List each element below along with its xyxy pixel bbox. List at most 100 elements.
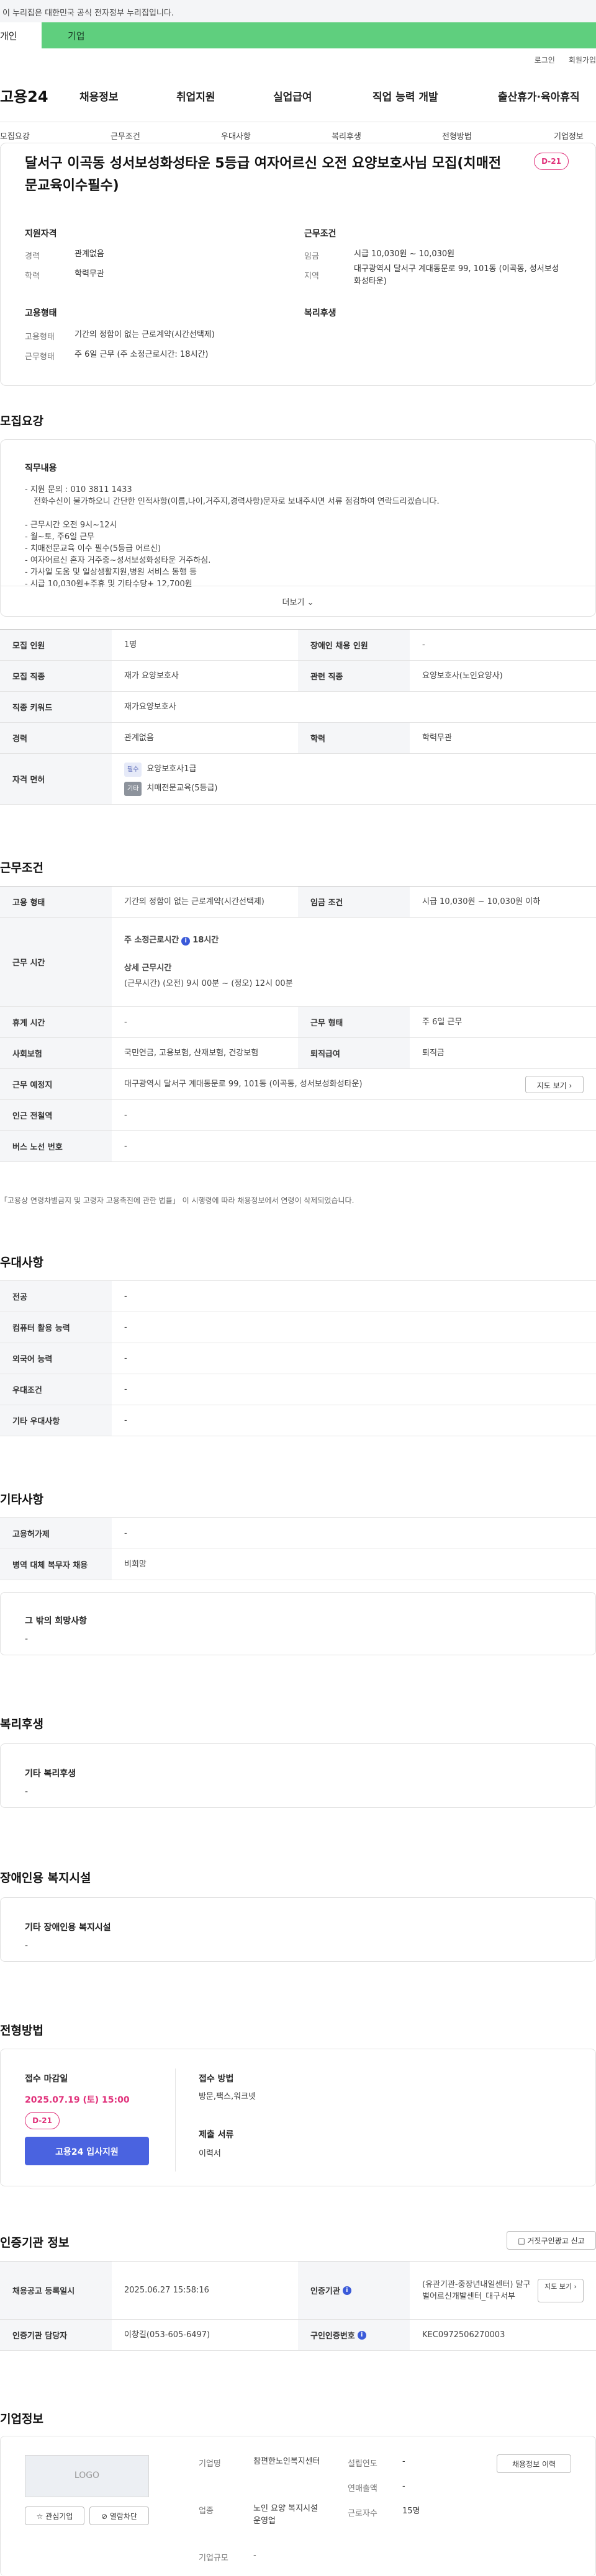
section-nav-recruit[interactable]: 모집요강 (0, 130, 30, 141)
wage-value: 시급 10,030원 ~ 10,030원 (354, 249, 455, 259)
chevron-right-icon: › (574, 2283, 577, 2291)
cert-map-button[interactable]: 지도 보기 › (538, 2279, 584, 2302)
table-row: 병역 대체 복무자 채용 비희망 (0, 1549, 596, 1580)
tab-company[interactable]: 기업 (42, 22, 596, 48)
table-cell: 학력무관 (422, 733, 452, 743)
area-value: 대구광역시 달서구 계대동문로 99, 101동 (이곡동, 성서보성화성타운) (354, 264, 559, 286)
disability-box-value: - (25, 1941, 29, 1951)
cert-table: 채용공고 등록일시 2025.06.27 15:58:16 인증기관 i (유관기… (0, 2261, 596, 2351)
table-row: 사회보험 국민연금, 고용보험, 산재보험, 건강보험 퇴직급여 퇴직금 (0, 1038, 596, 1069)
table-header: 근무 형태 (298, 1007, 410, 1037)
table-row: 외국어 능력 - (0, 1343, 596, 1374)
table-cell: 국민연금, 고용보험, 산재보험, 건강보험 (124, 1049, 259, 1058)
table-header: 외국어 능력 (0, 1343, 112, 1374)
more-button[interactable]: 더보기 ⌄ (0, 586, 596, 614)
join-link[interactable]: 회원가입 (569, 55, 596, 65)
table-cell: 요양보호사(노인요양사) (422, 671, 503, 681)
tab-personal[interactable]: 개인 (0, 22, 42, 48)
table-cell: - (124, 1111, 127, 1120)
welfare-box-heading: 기타 복리후생 (25, 1769, 76, 1779)
audience-tabs: 개인 기업 (0, 22, 596, 48)
sales-value: - (402, 2482, 405, 2491)
qualification-heading: 지원자격 (25, 229, 57, 239)
table-cell: - (124, 1354, 127, 1363)
table-header: 기타 우대사항 (0, 1405, 112, 1436)
career-value: 관계없음 (74, 249, 104, 259)
welfare-heading-summary: 복리후생 (304, 308, 336, 318)
table-header: 채용공고 등록일시 (0, 2261, 112, 2319)
favorite-label: 관심기업 (45, 2512, 73, 2521)
employment-heading: 고용형태 (25, 308, 57, 318)
gnb-item-jobs[interactable]: 채용정보 (79, 88, 119, 104)
gnb-item-unemployment[interactable]: 실업급여 (273, 88, 312, 104)
section-nav-screening[interactable]: 전형방법 (442, 130, 472, 141)
divider (175, 2068, 176, 2171)
duty-line: - 여자어르신 혼자 거주중~성서보성화성타운 거주하심. (25, 556, 211, 565)
table-header: 임금 조건 (298, 887, 410, 917)
section-nav-company[interactable]: 기업정보 (554, 130, 584, 141)
company-name-label: 기업명 (199, 2459, 221, 2469)
info-icon[interactable]: i (181, 937, 191, 946)
section-nav-conditions[interactable]: 근무조건 (111, 130, 140, 141)
table-cell: 퇴직금 (422, 1049, 445, 1058)
info-icon[interactable]: i (357, 2330, 366, 2340)
block-label: 열람차단 (109, 2512, 138, 2521)
work-type-value: 주 6일 근무 (주 소정근로시간: 18시간) (74, 350, 209, 359)
cert-heading: 인증기관 정보 (0, 2236, 70, 2250)
table-cell: - (422, 640, 425, 650)
table-header: 우대조건 (0, 1374, 112, 1405)
table-row: 컴퓨터 활용 능력 - (0, 1312, 596, 1343)
work-type-label: 근무형태 (25, 352, 55, 362)
duty-line: 전화수신이 불가하오니 간단한 인적사항(이름,나이,거주지,경력사항)문자로 … (34, 497, 440, 506)
favorite-company-button[interactable]: ☆ 관심기업 (25, 2507, 84, 2525)
chevron-right-icon: › (569, 1081, 572, 1090)
table-cell: - (124, 1017, 127, 1027)
gnb-item-support[interactable]: 취업지원 (176, 88, 215, 104)
table-cell: 재가요양보호사 (124, 702, 176, 712)
table-header: 버스 노선 번호 (0, 1131, 112, 1161)
duty-text: - 지원 문의 : 010 3811 1433 전화수신이 불가하오니 간단한 … (25, 484, 559, 590)
table-header: 컴퓨터 활용 능력 (0, 1312, 112, 1343)
table-header: 인증기관 담당자 (0, 2320, 112, 2350)
preference-table: 전공 - 컴퓨터 활용 능력 - 외국어 능력 - 우대조건 - 기타 우대사항 - (0, 1281, 596, 1436)
info-icon[interactable]: i (342, 2286, 351, 2295)
etc-heading: 기타사항 (0, 1493, 43, 1506)
table-header: 학력 (298, 723, 410, 753)
company-logo: LOGO (25, 2455, 149, 2497)
gnb-item-leave[interactable]: 출산휴가·육아휴직 (498, 88, 580, 104)
login-link[interactable]: 로그인 (535, 55, 555, 65)
section-nav-preference[interactable]: 우대사항 (221, 130, 251, 141)
job-history-button[interactable]: 채용정보 이력 (497, 2454, 571, 2473)
table-header: 구인인증번호 i (298, 2320, 410, 2350)
section-nav-welfare[interactable]: 복리후생 (332, 130, 361, 141)
wage-label: 임금 (304, 252, 319, 261)
recruit-table: 모집 인원 1명 장애인 채용 인원 - 모집 직종 재가 요양보호사 관련 직… (0, 629, 596, 805)
table-cell: - (124, 1142, 127, 1151)
duty-line (25, 508, 559, 519)
apply-button[interactable]: 고용24 입사지원 (25, 2137, 149, 2165)
conditions-section-heading: 근무조건 (0, 861, 43, 875)
table-row: 근무 예정지 대구광역시 달서구 계대동문로 99, 101동 (이곡동, 성서… (0, 1069, 596, 1100)
gnb-item-training[interactable]: 직업 능력 개발 (372, 88, 438, 104)
table-header: 근무 예정지 (0, 1069, 112, 1099)
block-company-button[interactable]: ⊘ 열람차단 (89, 2507, 149, 2525)
global-nav: 채용정보 취업지원 실업급여 직업 능력 개발 출산휴가·육아휴직 (0, 88, 596, 107)
screening-box (0, 2049, 596, 2186)
table-header: 퇴직급여 (298, 1038, 410, 1068)
table-row: 직종 키워드 재가요양보호사 (0, 692, 596, 723)
table-header: 관련 직종 (298, 661, 410, 691)
table-row: 고용 형태 기간의 정함이 없는 근로계약(시간선택제) 임금 조건 시급 10… (0, 887, 596, 918)
emp-type-label: 고용형태 (25, 333, 55, 342)
table-header: 경력 (0, 723, 112, 753)
report-button[interactable]: □ 거짓구인광고 신고 (507, 2231, 596, 2250)
industry-label: 업종 (199, 2507, 214, 2516)
job-title: 달서구 이곡동 성서보성화성타운 5등급 여자어르신 오전 요양보호사님 모집(… (25, 156, 502, 194)
table-cell: 주 6일 근무 (422, 1017, 463, 1027)
deadline-value: 2025.07.19 (토) 15:00 (25, 2095, 130, 2105)
map-button[interactable]: 지도 보기 › (525, 1076, 584, 1093)
hope-value: - (25, 1634, 29, 1644)
table-cell: 대구광역시 달서구 계대동문로 99, 101동 (이곡동, 성서보성화성타운) (124, 1080, 363, 1089)
table-header: 자격 면허 (0, 754, 112, 804)
career-label: 경력 (25, 252, 40, 261)
weekly-hours: 주 소정근로시간 i 18시간 (124, 934, 219, 946)
